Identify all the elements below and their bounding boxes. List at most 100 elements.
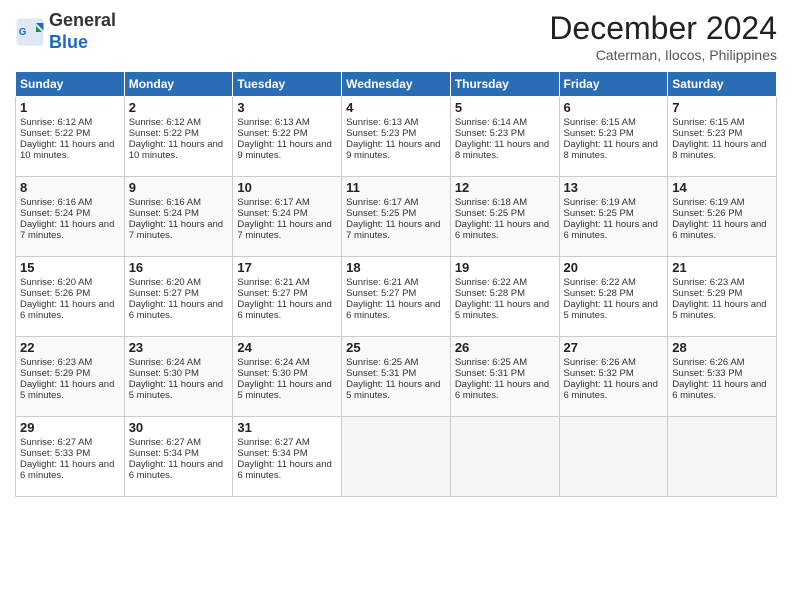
day-number: 14 xyxy=(672,180,772,195)
calendar-cell: 30 Sunrise: 6:27 AM Sunset: 5:34 PM Dayl… xyxy=(124,417,233,497)
calendar-cell: 20 Sunrise: 6:22 AM Sunset: 5:28 PM Dayl… xyxy=(559,257,668,337)
sunrise-label: Sunrise: 6:23 AM xyxy=(672,277,744,288)
day-number: 26 xyxy=(455,340,555,355)
sunset-label: Sunset: 5:33 PM xyxy=(20,448,90,459)
sunrise-label: Sunrise: 6:20 AM xyxy=(20,277,92,288)
daylight-label: Daylight: 11 hours and 6 minutes. xyxy=(129,459,223,481)
daylight-label: Daylight: 11 hours and 6 minutes. xyxy=(672,379,766,401)
sunrise-label: Sunrise: 6:26 AM xyxy=(672,357,744,368)
day-number: 2 xyxy=(129,100,229,115)
calendar-week-5: 29 Sunrise: 6:27 AM Sunset: 5:33 PM Dayl… xyxy=(16,417,777,497)
sunrise-label: Sunrise: 6:14 AM xyxy=(455,117,527,128)
sunset-label: Sunset: 5:23 PM xyxy=(672,128,742,139)
sunset-label: Sunset: 5:24 PM xyxy=(129,208,199,219)
sunrise-label: Sunrise: 6:16 AM xyxy=(20,197,92,208)
sunrise-label: Sunrise: 6:23 AM xyxy=(20,357,92,368)
sunrise-label: Sunrise: 6:19 AM xyxy=(672,197,744,208)
calendar-table: SundayMondayTuesdayWednesdayThursdayFrid… xyxy=(15,71,777,497)
sunset-label: Sunset: 5:24 PM xyxy=(237,208,307,219)
sunset-label: Sunset: 5:31 PM xyxy=(346,368,416,379)
sunset-label: Sunset: 5:23 PM xyxy=(455,128,525,139)
sunrise-label: Sunrise: 6:20 AM xyxy=(129,277,201,288)
sunset-label: Sunset: 5:33 PM xyxy=(672,368,742,379)
day-number: 5 xyxy=(455,100,555,115)
calendar-cell xyxy=(668,417,777,497)
calendar-cell: 26 Sunrise: 6:25 AM Sunset: 5:31 PM Dayl… xyxy=(450,337,559,417)
sunrise-label: Sunrise: 6:24 AM xyxy=(129,357,201,368)
sunrise-label: Sunrise: 6:18 AM xyxy=(455,197,527,208)
day-header-saturday: Saturday xyxy=(668,72,777,97)
day-number: 15 xyxy=(20,260,120,275)
calendar-cell: 29 Sunrise: 6:27 AM Sunset: 5:33 PM Dayl… xyxy=(16,417,125,497)
daylight-label: Daylight: 11 hours and 7 minutes. xyxy=(346,219,440,241)
day-number: 4 xyxy=(346,100,446,115)
calendar-cell xyxy=(559,417,668,497)
calendar-header-row: SundayMondayTuesdayWednesdayThursdayFrid… xyxy=(16,72,777,97)
sunset-label: Sunset: 5:25 PM xyxy=(564,208,634,219)
day-number: 25 xyxy=(346,340,446,355)
calendar-cell: 15 Sunrise: 6:20 AM Sunset: 5:26 PM Dayl… xyxy=(16,257,125,337)
calendar-cell: 11 Sunrise: 6:17 AM Sunset: 5:25 PM Dayl… xyxy=(342,177,451,257)
sunset-label: Sunset: 5:34 PM xyxy=(237,448,307,459)
calendar-cell: 28 Sunrise: 6:26 AM Sunset: 5:33 PM Dayl… xyxy=(668,337,777,417)
sunrise-label: Sunrise: 6:27 AM xyxy=(129,437,201,448)
day-number: 31 xyxy=(237,420,337,435)
sunset-label: Sunset: 5:22 PM xyxy=(129,128,199,139)
daylight-label: Daylight: 11 hours and 8 minutes. xyxy=(672,139,766,161)
sunrise-label: Sunrise: 6:17 AM xyxy=(346,197,418,208)
calendar-cell: 7 Sunrise: 6:15 AM Sunset: 5:23 PM Dayli… xyxy=(668,97,777,177)
day-header-wednesday: Wednesday xyxy=(342,72,451,97)
calendar-cell: 8 Sunrise: 6:16 AM Sunset: 5:24 PM Dayli… xyxy=(16,177,125,257)
header: G GeneralBlue December 2024 Caterman, Il… xyxy=(15,10,777,63)
sunset-label: Sunset: 5:32 PM xyxy=(564,368,634,379)
calendar-cell: 19 Sunrise: 6:22 AM Sunset: 5:28 PM Dayl… xyxy=(450,257,559,337)
daylight-label: Daylight: 11 hours and 5 minutes. xyxy=(346,379,440,401)
daylight-label: Daylight: 11 hours and 6 minutes. xyxy=(564,379,658,401)
day-number: 20 xyxy=(564,260,664,275)
day-number: 12 xyxy=(455,180,555,195)
sunrise-label: Sunrise: 6:24 AM xyxy=(237,357,309,368)
calendar-cell: 21 Sunrise: 6:23 AM Sunset: 5:29 PM Dayl… xyxy=(668,257,777,337)
sunset-label: Sunset: 5:27 PM xyxy=(129,288,199,299)
sunset-label: Sunset: 5:30 PM xyxy=(129,368,199,379)
daylight-label: Daylight: 11 hours and 6 minutes. xyxy=(455,219,549,241)
daylight-label: Daylight: 11 hours and 5 minutes. xyxy=(20,379,114,401)
calendar-cell: 17 Sunrise: 6:21 AM Sunset: 5:27 PM Dayl… xyxy=(233,257,342,337)
sunset-label: Sunset: 5:34 PM xyxy=(129,448,199,459)
calendar-cell: 10 Sunrise: 6:17 AM Sunset: 5:24 PM Dayl… xyxy=(233,177,342,257)
daylight-label: Daylight: 11 hours and 8 minutes. xyxy=(564,139,658,161)
daylight-label: Daylight: 11 hours and 5 minutes. xyxy=(455,299,549,321)
logo-icon: G xyxy=(15,17,45,47)
day-number: 9 xyxy=(129,180,229,195)
calendar-cell: 9 Sunrise: 6:16 AM Sunset: 5:24 PM Dayli… xyxy=(124,177,233,257)
sunrise-label: Sunrise: 6:12 AM xyxy=(20,117,92,128)
calendar-cell: 13 Sunrise: 6:19 AM Sunset: 5:25 PM Dayl… xyxy=(559,177,668,257)
sunset-label: Sunset: 5:28 PM xyxy=(564,288,634,299)
calendar-cell: 23 Sunrise: 6:24 AM Sunset: 5:30 PM Dayl… xyxy=(124,337,233,417)
calendar-cell: 27 Sunrise: 6:26 AM Sunset: 5:32 PM Dayl… xyxy=(559,337,668,417)
sunset-label: Sunset: 5:26 PM xyxy=(20,288,90,299)
sunrise-label: Sunrise: 6:17 AM xyxy=(237,197,309,208)
location: Caterman, Ilocos, Philippines xyxy=(549,47,777,63)
calendar-cell: 3 Sunrise: 6:13 AM Sunset: 5:22 PM Dayli… xyxy=(233,97,342,177)
day-number: 19 xyxy=(455,260,555,275)
daylight-label: Daylight: 11 hours and 6 minutes. xyxy=(564,219,658,241)
title-block: December 2024 Caterman, Ilocos, Philippi… xyxy=(549,10,777,63)
sunrise-label: Sunrise: 6:27 AM xyxy=(20,437,92,448)
calendar-cell: 25 Sunrise: 6:25 AM Sunset: 5:31 PM Dayl… xyxy=(342,337,451,417)
day-number: 17 xyxy=(237,260,337,275)
calendar-cell xyxy=(342,417,451,497)
calendar-week-3: 15 Sunrise: 6:20 AM Sunset: 5:26 PM Dayl… xyxy=(16,257,777,337)
day-number: 29 xyxy=(20,420,120,435)
sunrise-label: Sunrise: 6:22 AM xyxy=(455,277,527,288)
sunset-label: Sunset: 5:25 PM xyxy=(346,208,416,219)
sunset-label: Sunset: 5:28 PM xyxy=(455,288,525,299)
sunset-label: Sunset: 5:26 PM xyxy=(672,208,742,219)
daylight-label: Daylight: 11 hours and 5 minutes. xyxy=(564,299,658,321)
calendar-week-1: 1 Sunrise: 6:12 AM Sunset: 5:22 PM Dayli… xyxy=(16,97,777,177)
daylight-label: Daylight: 11 hours and 8 minutes. xyxy=(455,139,549,161)
day-number: 18 xyxy=(346,260,446,275)
sunrise-label: Sunrise: 6:21 AM xyxy=(346,277,418,288)
sunrise-label: Sunrise: 6:25 AM xyxy=(455,357,527,368)
daylight-label: Daylight: 11 hours and 10 minutes. xyxy=(129,139,223,161)
